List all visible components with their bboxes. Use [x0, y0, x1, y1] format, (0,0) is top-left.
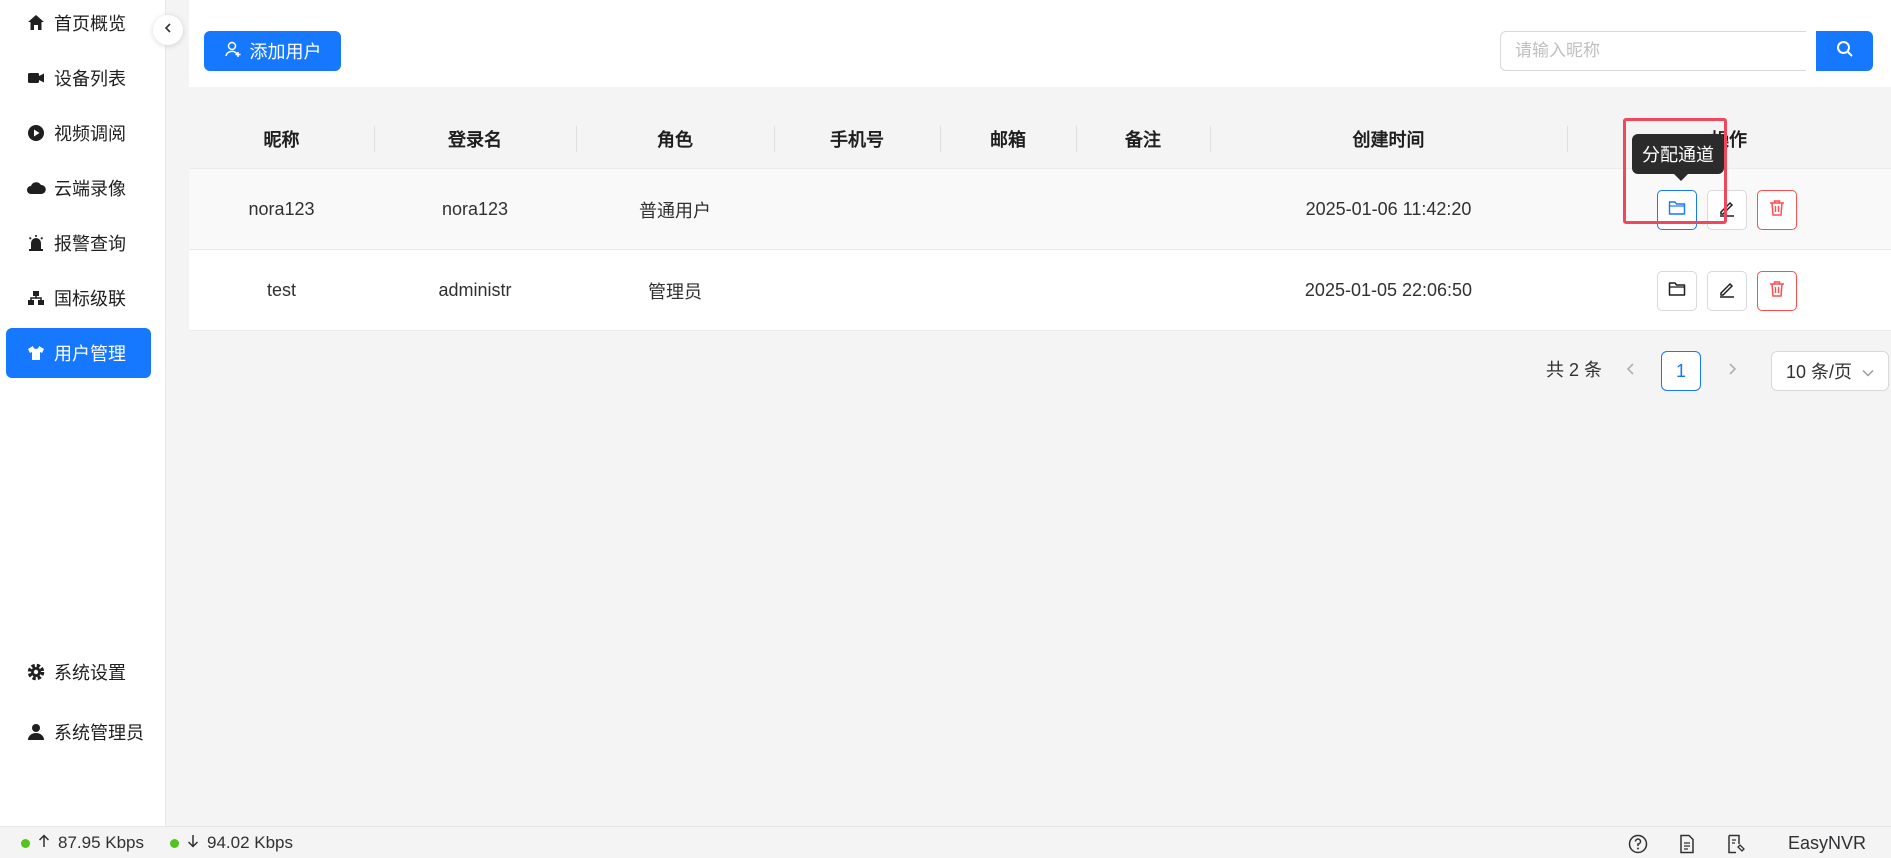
sidebar-item-label: 报警查询: [54, 234, 126, 254]
cell-email: [940, 169, 1076, 250]
column-header-created: 创建时间: [1352, 129, 1425, 150]
assign-channel-button[interactable]: [1657, 190, 1697, 230]
cell-login: nora123: [441, 199, 509, 219]
alarm-icon: [26, 233, 46, 253]
cell-created: 2025-01-05 22:06:50: [1304, 280, 1473, 300]
arrow-down-icon: [187, 833, 199, 853]
column-header-phone: 手机号: [830, 129, 884, 150]
sidebar: 首页概览 设备列表 视频调阅 云端录像 报警查询 国标级联 用户管理 系统设置 …: [0, 0, 166, 826]
cell-phone: [774, 169, 940, 250]
search-icon: [1836, 40, 1854, 63]
camera-icon: [26, 68, 46, 88]
next-page-button[interactable]: [1720, 355, 1744, 385]
pagination-total: 共 2 条: [1546, 360, 1603, 380]
cell-email: [940, 250, 1076, 331]
upload-rate-text: 87.95 Kbps: [58, 833, 145, 852]
search-button[interactable]: [1816, 31, 1873, 71]
table-row: test administr 管理员 2025-01-05 22:06:50: [189, 250, 1891, 331]
assign-channel-tooltip: 分配通道: [1632, 134, 1724, 181]
help-icon[interactable]: [1627, 833, 1649, 855]
sidebar-item-alarm[interactable]: 报警查询: [6, 218, 151, 268]
column-header-login: 登录名: [448, 129, 502, 150]
sidebar-item-label: 系统管理员: [54, 723, 144, 743]
sidebar-item-devices[interactable]: 设备列表: [6, 53, 151, 103]
play-icon: [26, 123, 46, 143]
download-rate-text: 94.02 Kbps: [207, 833, 294, 852]
status-bar: 87.95 Kbps 94.02 Kbps EasyNVR: [0, 826, 1891, 858]
user-shirt-icon: [26, 343, 46, 363]
delete-button[interactable]: [1757, 190, 1797, 230]
folder-icon: [1668, 200, 1686, 221]
edit-pencil-icon: [1718, 280, 1736, 303]
collapse-sidebar-button[interactable]: [153, 15, 183, 45]
status-dot-icon: [170, 838, 179, 848]
sidebar-item-label: 设备列表: [54, 69, 126, 89]
cell-note: [1076, 169, 1210, 250]
column-header-actions: 操作: [1711, 129, 1747, 150]
table-row: nora123 nora123 普通用户 2025-01-06 11:42:20: [189, 169, 1891, 250]
cascade-icon: [26, 288, 46, 308]
add-user-label: 添加用户: [249, 42, 322, 62]
sidebar-item-label: 用户管理: [54, 344, 126, 364]
assign-channel-button[interactable]: [1657, 271, 1697, 311]
cell-nickname: nora123: [248, 199, 315, 219]
page-size-select[interactable]: 10 条/页: [1771, 351, 1889, 391]
person-icon: [26, 722, 46, 742]
document-icon[interactable]: [1676, 833, 1698, 855]
cell-created: 2025-01-06 11:42:20: [1305, 199, 1472, 219]
cloud-icon: [26, 178, 46, 198]
cell-login: administr: [438, 280, 512, 300]
sidebar-item-home[interactable]: 首页概览: [6, 0, 151, 46]
status-dot-icon: [21, 838, 30, 848]
chevron-right-icon: [1727, 360, 1737, 381]
sidebar-item-users[interactable]: 用户管理: [6, 328, 151, 378]
cell-role: 管理员: [648, 281, 702, 302]
trash-icon: [1768, 280, 1786, 303]
sidebar-item-settings[interactable]: 系统设置: [6, 647, 151, 697]
chevron-down-icon: [1862, 361, 1874, 382]
sidebar-item-label: 首页概览: [54, 14, 126, 34]
edit-pencil-icon: [1718, 199, 1736, 222]
add-user-icon: [224, 40, 242, 63]
folder-icon: [1668, 281, 1686, 302]
sidebar-item-cascade[interactable]: 国标级联: [6, 273, 151, 323]
sidebar-item-label: 视频调阅: [54, 124, 126, 144]
api-doc-icon[interactable]: [1725, 833, 1747, 855]
download-rate: 94.02 Kbps: [170, 827, 293, 858]
brand-name: EasyNVR: [1788, 832, 1867, 853]
upload-rate: 87.95 Kbps: [21, 827, 144, 858]
column-header-email: 邮箱: [990, 129, 1026, 150]
sidebar-item-cloud[interactable]: 云端录像: [6, 163, 151, 213]
cell-note: [1076, 250, 1210, 331]
page-size-label: 10 条/页: [1786, 362, 1853, 382]
page-number-button[interactable]: 1: [1661, 351, 1701, 391]
sidebar-item-label: 国标级联: [54, 289, 126, 309]
sidebar-item-admin[interactable]: 系统管理员: [6, 707, 151, 757]
edit-button[interactable]: [1707, 190, 1747, 230]
toolbar: 添加用户: [189, 0, 1891, 87]
delete-button[interactable]: [1757, 271, 1797, 311]
chevron-left-icon: [1626, 360, 1636, 381]
column-header-role: 角色: [657, 129, 693, 150]
arrow-up-icon: [38, 833, 50, 853]
chevron-left-icon: [162, 21, 174, 39]
home-icon: [26, 13, 46, 33]
sidebar-item-label: 云端录像: [54, 179, 126, 199]
prev-page-button[interactable]: [1619, 355, 1643, 385]
add-user-button[interactable]: 添加用户: [204, 31, 341, 71]
sidebar-item-label: 系统设置: [54, 663, 126, 683]
cell-nickname: test: [266, 280, 296, 300]
search-input[interactable]: [1500, 31, 1806, 71]
trash-icon: [1768, 199, 1786, 222]
cell-phone: [774, 250, 940, 331]
edit-button[interactable]: [1707, 271, 1747, 311]
column-header-nickname: 昵称: [263, 129, 300, 150]
sidebar-item-video[interactable]: 视频调阅: [6, 108, 151, 158]
cell-role: 普通用户: [639, 200, 711, 221]
gear-icon: [26, 662, 46, 682]
column-header-note: 备注: [1125, 129, 1161, 150]
